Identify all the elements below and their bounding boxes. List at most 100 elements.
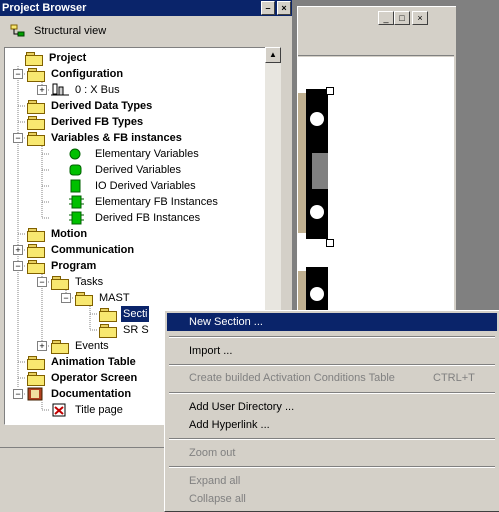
tree-label: Derived Variables bbox=[95, 164, 182, 176]
menu-item-label: Expand all bbox=[189, 475, 241, 487]
tree-item-configuration[interactable]: − Configuration bbox=[5, 66, 265, 82]
contact-circle bbox=[310, 287, 324, 301]
tree-item-motion[interactable]: Motion bbox=[5, 226, 265, 242]
contact-block bbox=[312, 153, 328, 189]
tree-label: Derived Data Types bbox=[51, 100, 153, 112]
tree-label: Operator Screen bbox=[51, 372, 138, 384]
title-page-icon bbox=[52, 403, 66, 417]
derived-variable-icon bbox=[69, 164, 82, 176]
tree-label: Communication bbox=[51, 244, 135, 256]
tree-label: Animation Table bbox=[51, 356, 136, 368]
collapse-icon[interactable]: − bbox=[61, 293, 71, 303]
maximize-button[interactable]: □ bbox=[394, 11, 410, 25]
tree-item-bus[interactable]: + 0 : X Bus bbox=[5, 82, 265, 98]
documentation-icon bbox=[27, 387, 43, 401]
collapse-icon[interactable]: − bbox=[13, 261, 23, 271]
menu-separator bbox=[169, 336, 495, 338]
menu-separator bbox=[169, 438, 495, 440]
expand-icon[interactable]: + bbox=[37, 85, 47, 95]
tree-label: Secti bbox=[119, 305, 151, 323]
tree-label: Title page bbox=[75, 404, 123, 416]
tree-label: Variables & FB instances bbox=[51, 132, 182, 144]
tree-item-elementary-fb-instances[interactable]: Elementary FB Instances bbox=[5, 194, 265, 210]
menu-item-label: Create builded Activation Conditions Tab… bbox=[189, 372, 395, 384]
menu-item-label: Collapse all bbox=[189, 493, 246, 505]
menu-item-label: Import ... bbox=[189, 345, 233, 357]
context-menu: New Section ... Import ... Create builde… bbox=[164, 310, 499, 512]
editor-titlebar: _ □ × bbox=[298, 7, 454, 27]
menu-item-label: Zoom out bbox=[189, 447, 236, 459]
tree-item-tasks[interactable]: − Tasks bbox=[5, 274, 265, 290]
handle[interactable] bbox=[326, 87, 334, 95]
structural-view-button[interactable]: Structural view bbox=[4, 20, 116, 42]
tree-item-elementary-variables[interactable]: Elementary Variables bbox=[5, 146, 265, 162]
tree-item-derived-fb-instances[interactable]: Derived FB Instances bbox=[5, 210, 265, 226]
collapse-icon[interactable]: − bbox=[37, 277, 47, 287]
tree-item-io-derived-variables[interactable]: IO Derived Variables bbox=[5, 178, 265, 194]
menu-item-add-hyperlink[interactable]: Add Hyperlink ... bbox=[167, 416, 497, 434]
tree-item-variables[interactable]: − Variables & FB instances bbox=[5, 130, 265, 146]
project-browser-titlebar: Project Browser – × bbox=[0, 0, 292, 16]
minimize-button[interactable]: _ bbox=[378, 11, 394, 25]
tree-item-derived-data-types[interactable]: Derived Data Types bbox=[5, 98, 265, 114]
tree-label: Tasks bbox=[75, 276, 104, 288]
variable-icon bbox=[69, 148, 81, 160]
ladder-rail-edge bbox=[298, 93, 306, 233]
folder-icon bbox=[27, 132, 45, 146]
menu-item-collapse-all[interactable]: Collapse all bbox=[167, 490, 497, 508]
tree-item-project[interactable]: Project bbox=[5, 50, 265, 66]
handle[interactable] bbox=[326, 239, 334, 247]
tree-item-derived-fb-types[interactable]: Derived FB Types bbox=[5, 114, 265, 130]
tree-label: Documentation bbox=[51, 388, 132, 400]
project-browser-title: Project Browser bbox=[2, 2, 87, 14]
expand-icon[interactable]: + bbox=[37, 341, 47, 351]
menu-item-shortcut: CTRL+T bbox=[433, 372, 475, 384]
io-variable-icon bbox=[70, 179, 81, 193]
menu-item-import[interactable]: Import ... bbox=[167, 342, 497, 360]
menu-item-add-user-directory[interactable]: Add User Directory ... bbox=[167, 398, 497, 416]
scroll-up-button[interactable]: ▲ bbox=[265, 47, 281, 63]
tree-view-icon bbox=[10, 24, 25, 37]
tree-item-derived-variables[interactable]: Derived Variables bbox=[5, 162, 265, 178]
pin-button[interactable]: – bbox=[261, 1, 275, 15]
close-button[interactable]: × bbox=[412, 11, 428, 25]
menu-separator bbox=[169, 466, 495, 468]
menu-item-new-section[interactable]: New Section ... bbox=[167, 313, 497, 331]
collapse-icon[interactable]: − bbox=[13, 389, 23, 399]
tree-label: Motion bbox=[51, 228, 88, 240]
folder-icon bbox=[27, 372, 45, 386]
tree-label: SR S bbox=[123, 324, 149, 336]
folder-icon bbox=[27, 116, 45, 130]
expand-icon[interactable]: + bbox=[13, 245, 23, 255]
menu-item-label: New Section ... bbox=[189, 316, 263, 328]
tree-label: Elementary Variables bbox=[95, 148, 199, 160]
tree-label: Elementary FB Instances bbox=[95, 196, 218, 208]
folder-icon bbox=[99, 324, 117, 338]
tree-item-program[interactable]: − Program bbox=[5, 258, 265, 274]
menu-item-zoom-out[interactable]: Zoom out bbox=[167, 444, 497, 462]
folder-icon bbox=[27, 100, 45, 114]
menu-item-create-activation-table[interactable]: Create builded Activation Conditions Tab… bbox=[167, 369, 497, 387]
folder-icon bbox=[51, 276, 69, 290]
close-button[interactable]: × bbox=[277, 1, 291, 15]
fb-instance-icon bbox=[69, 195, 84, 209]
menu-item-expand-all[interactable]: Expand all bbox=[167, 472, 497, 490]
folder-icon bbox=[99, 308, 117, 322]
editor-toolbar-strip bbox=[298, 35, 454, 56]
tree-label: Derived FB Instances bbox=[95, 212, 201, 224]
contact-circle bbox=[310, 112, 324, 126]
tree-label: Derived FB Types bbox=[51, 116, 144, 128]
folder-icon bbox=[27, 244, 45, 258]
menu-item-label: Add Hyperlink ... bbox=[189, 419, 270, 431]
menu-item-label: Add User Directory ... bbox=[189, 401, 295, 413]
tree-label: Configuration bbox=[51, 68, 124, 80]
derived-fb-icon bbox=[69, 211, 84, 225]
folder-icon bbox=[25, 52, 43, 66]
collapse-icon[interactable]: − bbox=[13, 69, 23, 79]
tree-label: IO Derived Variables bbox=[95, 180, 196, 192]
menu-separator bbox=[169, 364, 495, 366]
collapse-icon[interactable]: − bbox=[13, 133, 23, 143]
tree-item-mast[interactable]: − MAST bbox=[5, 290, 265, 306]
tree-item-communication[interactable]: + Communication bbox=[5, 242, 265, 258]
tree-label: MAST bbox=[99, 292, 130, 304]
